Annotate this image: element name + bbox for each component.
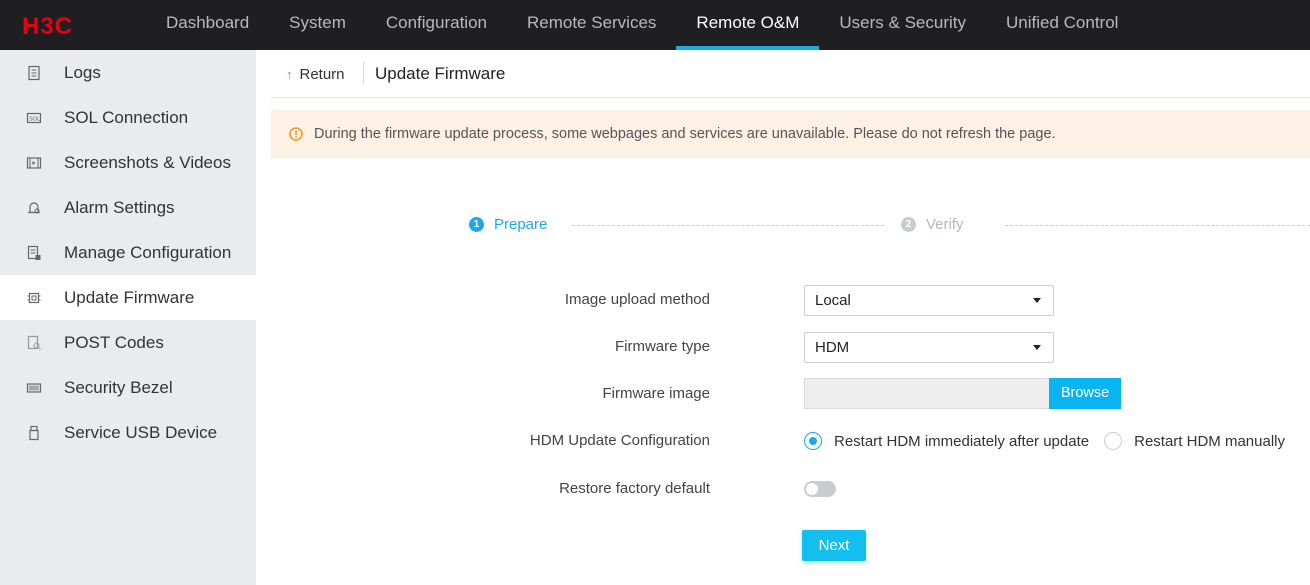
- nav-users-security[interactable]: Users & Security: [819, 0, 986, 50]
- sidebar-item-update-firmware[interactable]: Update Firmware: [0, 275, 256, 320]
- warning-text: During the firmware update process, some…: [314, 126, 1056, 142]
- warning-icon: [289, 127, 303, 141]
- sidebar-item-alarm-settings[interactable]: Alarm Settings: [0, 185, 256, 230]
- video-icon: [24, 153, 44, 173]
- radio-label: Restart HDM immediately after update: [834, 432, 1090, 450]
- post-codes-icon: [24, 333, 44, 353]
- upload-method-value: Local: [815, 292, 851, 309]
- sidebar-item-label: Update Firmware: [64, 287, 195, 307]
- sidebar-item-sol-connection[interactable]: SOL SOL Connection: [0, 95, 256, 140]
- step-connector: [572, 225, 884, 226]
- nav-unified-control[interactable]: Unified Control: [986, 0, 1138, 50]
- step-prepare: 1 Prepare: [469, 216, 547, 233]
- sidebar-item-label: POST Codes: [64, 332, 164, 352]
- svg-text:H3C: H3C: [22, 13, 73, 38]
- sidebar-item-label: Alarm Settings: [64, 197, 175, 217]
- bezel-icon: [24, 378, 44, 398]
- return-link[interactable]: ↑ Return: [286, 66, 345, 83]
- caret-down-icon: [1033, 298, 1041, 303]
- upload-method-label: Image upload method: [564, 291, 710, 308]
- sidebar-item-security-bezel[interactable]: Security Bezel: [0, 365, 256, 410]
- hdm-update-label: HDM Update Configuration: [529, 432, 710, 449]
- usb-icon: [24, 423, 44, 443]
- log-icon: [24, 63, 44, 83]
- firmware-image-label: Firmware image: [602, 385, 710, 402]
- upload-method-select[interactable]: Local: [804, 285, 1054, 316]
- step-label: Prepare: [494, 216, 548, 233]
- h3c-logo: H3C: [22, 13, 73, 38]
- config-icon: [24, 243, 44, 263]
- nav-dashboard[interactable]: Dashboard: [146, 0, 269, 50]
- breadcrumb-divider: [363, 62, 364, 84]
- step-label: Verify: [926, 216, 964, 233]
- sidebar: Logs SOL SOL Connection Screenshots & Vi…: [0, 50, 256, 585]
- main-nav: Dashboard System Configuration Remote Se…: [146, 0, 1138, 50]
- radio-button[interactable]: [804, 432, 822, 450]
- sidebar-item-label: Service USB Device: [64, 422, 218, 442]
- page-title: Update Firmware: [375, 64, 506, 83]
- nav-system[interactable]: System: [269, 0, 366, 50]
- sidebar-item-service-usb-device[interactable]: Service USB Device: [0, 410, 256, 455]
- firmware-icon: [24, 288, 44, 308]
- top-navigation-bar: H3C Dashboard System Configuration Remot…: [0, 0, 1310, 50]
- sidebar-item-screenshots-videos[interactable]: Screenshots & Videos: [0, 140, 256, 185]
- svg-text:SOL: SOL: [29, 116, 41, 122]
- breadcrumb: ↑ Return Update Firmware: [271, 50, 1310, 98]
- step-number: 2: [901, 217, 916, 232]
- radio-label: Restart HDM manually: [1134, 432, 1285, 450]
- nav-remote-services[interactable]: Remote Services: [507, 0, 676, 50]
- sol-icon: SOL: [24, 108, 44, 128]
- firmware-type-label: Firmware type: [614, 338, 710, 355]
- firmware-type-select[interactable]: HDM: [804, 332, 1054, 363]
- radio-button[interactable]: [1104, 432, 1123, 450]
- sidebar-item-label: Logs: [64, 62, 101, 82]
- sidebar-item-label: Screenshots & Videos: [64, 152, 231, 172]
- step-number: 1: [469, 217, 484, 232]
- bell-icon: [24, 198, 44, 218]
- hdm-update-radio-group: Restart HDM immediately after update Res…: [804, 432, 1300, 450]
- sidebar-item-manage-configuration[interactable]: Manage Configuration: [0, 230, 256, 275]
- firmware-image-input[interactable]: [804, 378, 1050, 409]
- firmware-type-value: HDM: [815, 339, 850, 356]
- radio-restart-immediately[interactable]: Restart HDM immediately after update: [804, 432, 1089, 450]
- caret-down-icon: [1033, 345, 1041, 350]
- restore-default-label: Restore factory default: [559, 480, 710, 497]
- nav-remote-om[interactable]: Remote O&M: [676, 0, 820, 50]
- restore-default-toggle[interactable]: [804, 481, 836, 497]
- sidebar-item-label: Security Bezel: [64, 377, 173, 397]
- next-button[interactable]: Next: [802, 530, 866, 561]
- progress-steps: 1 Prepare 2 Verify: [256, 216, 1310, 240]
- step-connector: [1005, 225, 1310, 226]
- step-verify: 2 Verify: [901, 216, 964, 233]
- sidebar-item-post-codes[interactable]: POST Codes: [0, 320, 256, 365]
- sidebar-item-label: Manage Configuration: [64, 242, 232, 262]
- sidebar-item-label: SOL Connection: [64, 107, 189, 127]
- browse-button[interactable]: Browse: [1049, 378, 1121, 409]
- radio-restart-manually[interactable]: Restart HDM manually: [1104, 432, 1285, 450]
- nav-configuration[interactable]: Configuration: [366, 0, 507, 50]
- sidebar-item-logs[interactable]: Logs: [0, 50, 256, 95]
- main-content: ↑ Return Update Firmware During the firm…: [256, 50, 1310, 585]
- return-arrow-icon: ↑: [286, 67, 293, 82]
- return-label: Return: [299, 66, 345, 83]
- warning-banner: During the firmware update process, some…: [271, 110, 1310, 158]
